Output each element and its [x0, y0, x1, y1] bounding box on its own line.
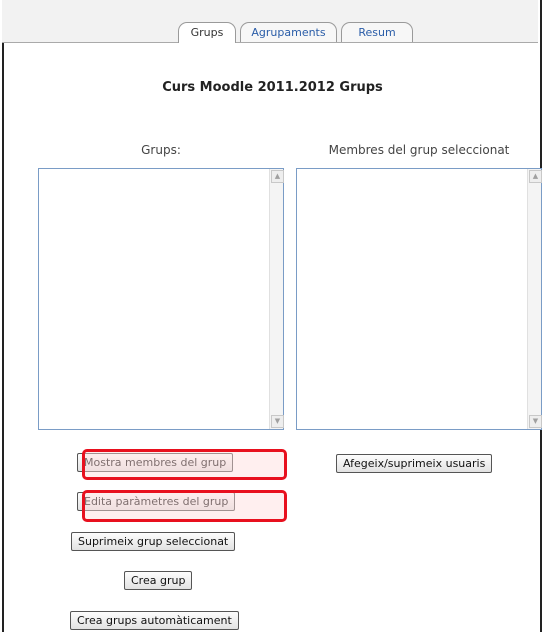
groups-scrollbar[interactable]: ▲ ▼ — [269, 169, 284, 429]
add-remove-users-button[interactable]: Afegeix/suprimeix usuaris — [336, 454, 493, 473]
scroll-up-arrow-icon[interactable]: ▲ — [529, 170, 542, 183]
tab-bar: Grups Agrupaments Resum — [2, 0, 538, 43]
members-listbox[interactable]: ▲ ▼ — [296, 168, 542, 430]
delete-selected-group-button[interactable]: Suprimeix grup seleccionat — [71, 532, 236, 551]
scroll-down-arrow-icon[interactable]: ▼ — [271, 415, 284, 428]
tab-agrupaments[interactable]: Agrupaments — [240, 22, 337, 42]
members-label: Membres del grup seleccionat — [328, 143, 510, 157]
members-scrollbar[interactable]: ▲ ▼ — [527, 169, 542, 429]
auto-create-groups-button[interactable]: Crea grups automàticament — [70, 611, 239, 630]
create-group-button[interactable]: Crea grup — [124, 571, 193, 590]
highlight-annotation — [82, 490, 287, 522]
groups-listbox[interactable]: ▲ ▼ — [38, 168, 284, 430]
groups-label: Grups: — [141, 143, 181, 157]
highlight-annotation — [82, 449, 287, 480]
scroll-up-arrow-icon[interactable]: ▲ — [271, 170, 284, 183]
tab-resum[interactable]: Resum — [341, 22, 413, 42]
scroll-down-arrow-icon[interactable]: ▼ — [529, 415, 542, 428]
page-title: Curs Moodle 2011.2012 Grups — [162, 80, 383, 95]
tab-grups[interactable]: Grups — [178, 22, 236, 43]
